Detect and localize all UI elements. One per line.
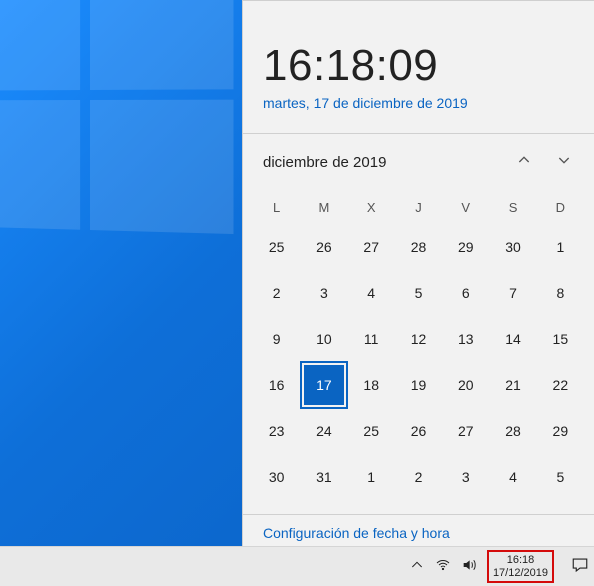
calendar-day[interactable]: 30 [253,454,300,500]
weekday-header: X [348,190,395,224]
system-tray: 16:18 17/12/2019 [409,550,590,582]
calendar-grid: LMXJVSD 25262728293012345678910111213141… [243,190,594,506]
weekday-header: M [300,190,347,224]
calendar-day[interactable]: 15 [537,316,584,362]
volume-button[interactable] [461,559,477,575]
windows-logo [0,0,223,244]
calendar-day[interactable]: 2 [395,454,442,500]
taskbar-clock[interactable]: 16:18 17/12/2019 [487,550,554,582]
month-label[interactable]: diciembre de 2019 [263,154,386,171]
taskbar-time: 16:18 [493,554,548,566]
notifications-icon [571,556,589,577]
calendar-day[interactable]: 12 [395,316,442,362]
calendar-day[interactable]: 25 [253,224,300,270]
calendar-day[interactable]: 14 [489,316,536,362]
prev-month-button[interactable] [510,148,538,176]
calendar-day[interactable]: 9 [253,316,300,362]
calendar-day[interactable]: 18 [348,362,395,408]
calendar-day[interactable]: 20 [442,362,489,408]
calendar-day[interactable]: 29 [537,408,584,454]
weekday-header: D [537,190,584,224]
calendar-day[interactable]: 11 [348,316,395,362]
weekday-header: S [489,190,536,224]
action-center-button[interactable] [570,557,590,577]
calendar-day[interactable]: 5 [395,270,442,316]
calendar-day[interactable]: 1 [537,224,584,270]
weekday-header: L [253,190,300,224]
calendar-day[interactable]: 16 [253,362,300,408]
calendar-day[interactable]: 22 [537,362,584,408]
calendar-day[interactable]: 13 [442,316,489,362]
next-month-button[interactable] [550,148,578,176]
weekday-header: V [442,190,489,224]
calendar-day[interactable]: 2 [253,270,300,316]
calendar-day[interactable]: 27 [442,408,489,454]
calendar-day[interactable]: 1 [348,454,395,500]
calendar-day[interactable]: 30 [489,224,536,270]
date-time-settings-link[interactable]: Configuración de fecha y hora [243,515,594,541]
weekday-header: J [395,190,442,224]
calendar-day[interactable]: 24 [300,408,347,454]
calendar-day[interactable]: 8 [537,270,584,316]
calendar-day[interactable]: 26 [300,224,347,270]
calendar-day[interactable]: 23 [253,408,300,454]
calendar-day[interactable]: 28 [395,224,442,270]
calendar-day[interactable]: 4 [348,270,395,316]
current-time: 16:18:09 [263,41,574,91]
clock-calendar-flyout: 16:18:09 martes, 17 de diciembre de 2019… [242,0,594,546]
calendar-day[interactable]: 3 [442,454,489,500]
calendar-day[interactable]: 7 [489,270,536,316]
calendar-day[interactable]: 6 [442,270,489,316]
speaker-icon [461,557,477,576]
chevron-down-icon [556,152,572,173]
calendar-day[interactable]: 5 [537,454,584,500]
desktop: 16:18:09 martes, 17 de diciembre de 2019… [0,0,594,586]
calendar-day[interactable]: 3 [300,270,347,316]
calendar-day[interactable]: 19 [395,362,442,408]
calendar-day[interactable]: 29 [442,224,489,270]
chevron-up-icon [516,152,532,173]
network-wifi-button[interactable] [435,559,451,575]
tray-overflow-button[interactable] [409,559,425,575]
calendar-day[interactable]: 31 [300,454,347,500]
taskbar: 16:18 17/12/2019 [0,546,594,586]
calendar-day[interactable]: 27 [348,224,395,270]
current-date-long[interactable]: martes, 17 de diciembre de 2019 [263,95,574,111]
calendar-day[interactable]: 28 [489,408,536,454]
calendar-day[interactable]: 21 [489,362,536,408]
chevron-up-icon [409,557,425,576]
calendar-day[interactable]: 25 [348,408,395,454]
calendar-day[interactable]: 4 [489,454,536,500]
calendar-day[interactable]: 10 [300,316,347,362]
calendar-day[interactable]: 26 [395,408,442,454]
calendar-day[interactable]: 17 [300,362,347,408]
taskbar-date: 17/12/2019 [493,567,548,579]
wifi-icon [435,557,451,576]
